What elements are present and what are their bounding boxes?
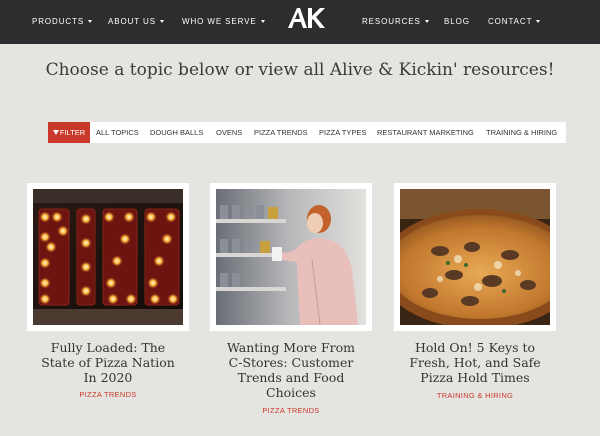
article-category-link[interactable]: PIZZA TRENDS [18, 390, 198, 399]
topic-pizza-types[interactable]: PIZZA TYPES [319, 122, 366, 143]
nav-about-us-label: ABOUT US [108, 17, 156, 26]
article-category-link[interactable]: TRAINING & HIRING [385, 391, 565, 400]
title-line: Hold On! 5 Keys to [414, 340, 536, 355]
nav-contact[interactable]: CONTACT [488, 17, 541, 26]
pizza-closeup-photo [400, 189, 550, 325]
nav-products-label: PRODUCTS [32, 17, 85, 26]
nav-resources-label: RESOURCES [362, 17, 421, 26]
article-card-image-frame[interactable] [27, 183, 189, 331]
pizza-marquee-sign-photo [33, 189, 183, 325]
top-nav: PRODUCTS ABOUT US WHO WE SERVE RESOURCES… [0, 0, 600, 44]
topic-restaurant-marketing[interactable]: RESTAURANT MARKETING [377, 122, 474, 143]
article-category-link[interactable]: PIZZA TRENDS [201, 406, 381, 415]
nav-blog-label: BLOG [444, 17, 470, 26]
funnel-icon [52, 130, 59, 135]
topic-ovens[interactable]: OVENS [216, 122, 242, 143]
nav-blog[interactable]: BLOG [444, 17, 470, 26]
chevron-down-icon [536, 20, 541, 23]
title-line: Pizza Hold Times [420, 370, 530, 385]
article-title[interactable]: Wanting More From C-Stores: Customer Tre… [201, 340, 381, 400]
title-line: Fresh, Hot, and Safe [409, 355, 541, 370]
topic-training-hiring[interactable]: TRAINING & HIRING [486, 122, 557, 143]
nav-about-us[interactable]: ABOUT US [108, 17, 164, 26]
title-line: State of Pizza Nation [41, 355, 175, 370]
article-title[interactable]: Fully Loaded: The State of Pizza Nation … [18, 340, 198, 385]
topic-filter-bar: FILTER ALL TOPICS DOUGH BALLS OVENS PIZZ… [48, 122, 566, 143]
filter-label: FILTER [59, 128, 86, 137]
topic-all-topics[interactable]: ALL TOPICS [96, 122, 139, 143]
chevron-down-icon [260, 20, 265, 23]
topic-dough-balls[interactable]: DOUGH BALLS [150, 122, 203, 143]
title-line: Fully Loaded: The [50, 340, 166, 355]
site-logo[interactable] [286, 6, 326, 30]
ak-logo-icon [288, 8, 325, 28]
chevron-down-icon [88, 20, 93, 23]
chevron-down-icon [159, 20, 164, 23]
title-line: Choices [266, 385, 316, 400]
title-line: Wanting More From [226, 340, 355, 355]
nav-who-we-serve[interactable]: WHO WE SERVE [182, 17, 265, 26]
nav-resources[interactable]: RESOURCES [362, 17, 429, 26]
nav-who-we-serve-label: WHO WE SERVE [182, 17, 257, 26]
title-line: Trends and Food [237, 370, 345, 385]
article-card-image-frame[interactable] [210, 183, 372, 331]
nav-products[interactable]: PRODUCTS [32, 17, 93, 26]
title-line: C-Stores: Customer [228, 355, 354, 370]
topic-pizza-trends[interactable]: PIZZA TRENDS [254, 122, 308, 143]
nav-contact-label: CONTACT [488, 17, 533, 26]
article-title[interactable]: Hold On! 5 Keys to Fresh, Hot, and Safe … [385, 340, 565, 385]
title-line: In 2020 [83, 370, 133, 385]
chevron-down-icon [424, 20, 429, 23]
page-title: Choose a topic below or view all Alive &… [45, 60, 555, 80]
woman-shopping-store-photo [216, 189, 366, 325]
article-card-image-frame[interactable] [394, 183, 556, 331]
filter-button[interactable]: FILTER [48, 122, 90, 143]
